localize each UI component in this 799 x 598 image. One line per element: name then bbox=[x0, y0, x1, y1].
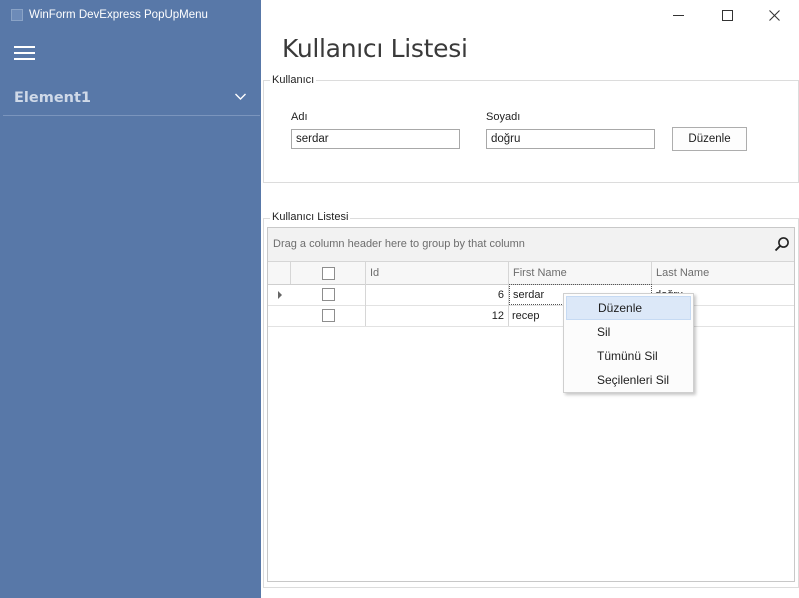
row-checkbox[interactable] bbox=[321, 309, 335, 322]
close-icon bbox=[768, 9, 780, 21]
cell-id[interactable]: 12 bbox=[366, 305, 509, 326]
table-row[interactable]: 6 serdar doğru bbox=[268, 284, 794, 306]
table-row[interactable]: 12 recep bbox=[268, 305, 794, 327]
chevron-down-icon bbox=[235, 93, 246, 100]
minimize-button[interactable] bbox=[655, 0, 701, 30]
context-menu-item-delete-selected[interactable]: Seçilenleri Sil bbox=[566, 368, 691, 392]
group-panel[interactable]: Drag a column header here to group by th… bbox=[268, 228, 794, 262]
select-all-checkbox[interactable] bbox=[321, 266, 335, 280]
row-indicator bbox=[268, 305, 291, 326]
page-title: Kullanıcı Listesi bbox=[282, 34, 468, 63]
row-checkbox[interactable] bbox=[321, 288, 335, 301]
user-list-group-title: Kullanıcı Listesi bbox=[270, 211, 351, 223]
search-icon[interactable] bbox=[774, 236, 790, 252]
edit-button[interactable]: Düzenle bbox=[672, 127, 747, 151]
app-icon bbox=[11, 9, 23, 21]
nav-divider bbox=[3, 115, 260, 116]
context-menu-item-delete-all[interactable]: Tümünü Sil bbox=[566, 344, 691, 368]
navigation-pane: WinForm DevExpress PopUpMenu Element1 bbox=[0, 0, 261, 598]
cell-id[interactable]: 6 bbox=[366, 284, 509, 305]
context-menu-item-edit[interactable]: Düzenle bbox=[566, 296, 691, 320]
nav-item-element1[interactable]: Element1 bbox=[0, 84, 261, 114]
nav-item-label: Element1 bbox=[14, 90, 91, 106]
grid-header-row: Id First Name Last Name bbox=[268, 262, 794, 285]
column-header-first-name[interactable]: First Name bbox=[509, 262, 652, 284]
close-button[interactable] bbox=[751, 0, 797, 30]
context-menu-item-delete[interactable]: Sil bbox=[566, 320, 691, 344]
last-name-label: Soyadı bbox=[486, 111, 521, 123]
user-form-group-title: Kullanıcı bbox=[270, 74, 317, 86]
column-header-last-name[interactable]: Last Name bbox=[652, 262, 794, 284]
row-indicator bbox=[268, 284, 291, 305]
maximize-icon bbox=[721, 9, 733, 21]
focused-row-arrow-icon bbox=[277, 290, 282, 299]
window-title: WinForm DevExpress PopUpMenu bbox=[29, 9, 208, 21]
user-grid[interactable]: Drag a column header here to group by th… bbox=[267, 227, 795, 582]
last-name-input[interactable] bbox=[486, 129, 655, 149]
window-title-area: WinForm DevExpress PopUpMenu bbox=[11, 5, 208, 25]
hamburger-icon[interactable] bbox=[14, 46, 36, 60]
minimize-icon bbox=[672, 14, 684, 16]
first-name-input[interactable] bbox=[291, 129, 460, 149]
row-select-cell[interactable] bbox=[291, 284, 366, 305]
first-name-label: Adı bbox=[291, 111, 308, 123]
maximize-button[interactable] bbox=[704, 0, 750, 30]
row-indicator-header bbox=[268, 262, 291, 284]
select-all-header[interactable] bbox=[291, 262, 366, 284]
row-select-cell[interactable] bbox=[291, 305, 366, 326]
group-panel-hint: Drag a column header here to group by th… bbox=[273, 238, 525, 250]
context-menu: Düzenle Sil Tümünü Sil Seçilenleri Sil bbox=[563, 293, 694, 393]
column-header-id[interactable]: Id bbox=[366, 262, 509, 284]
